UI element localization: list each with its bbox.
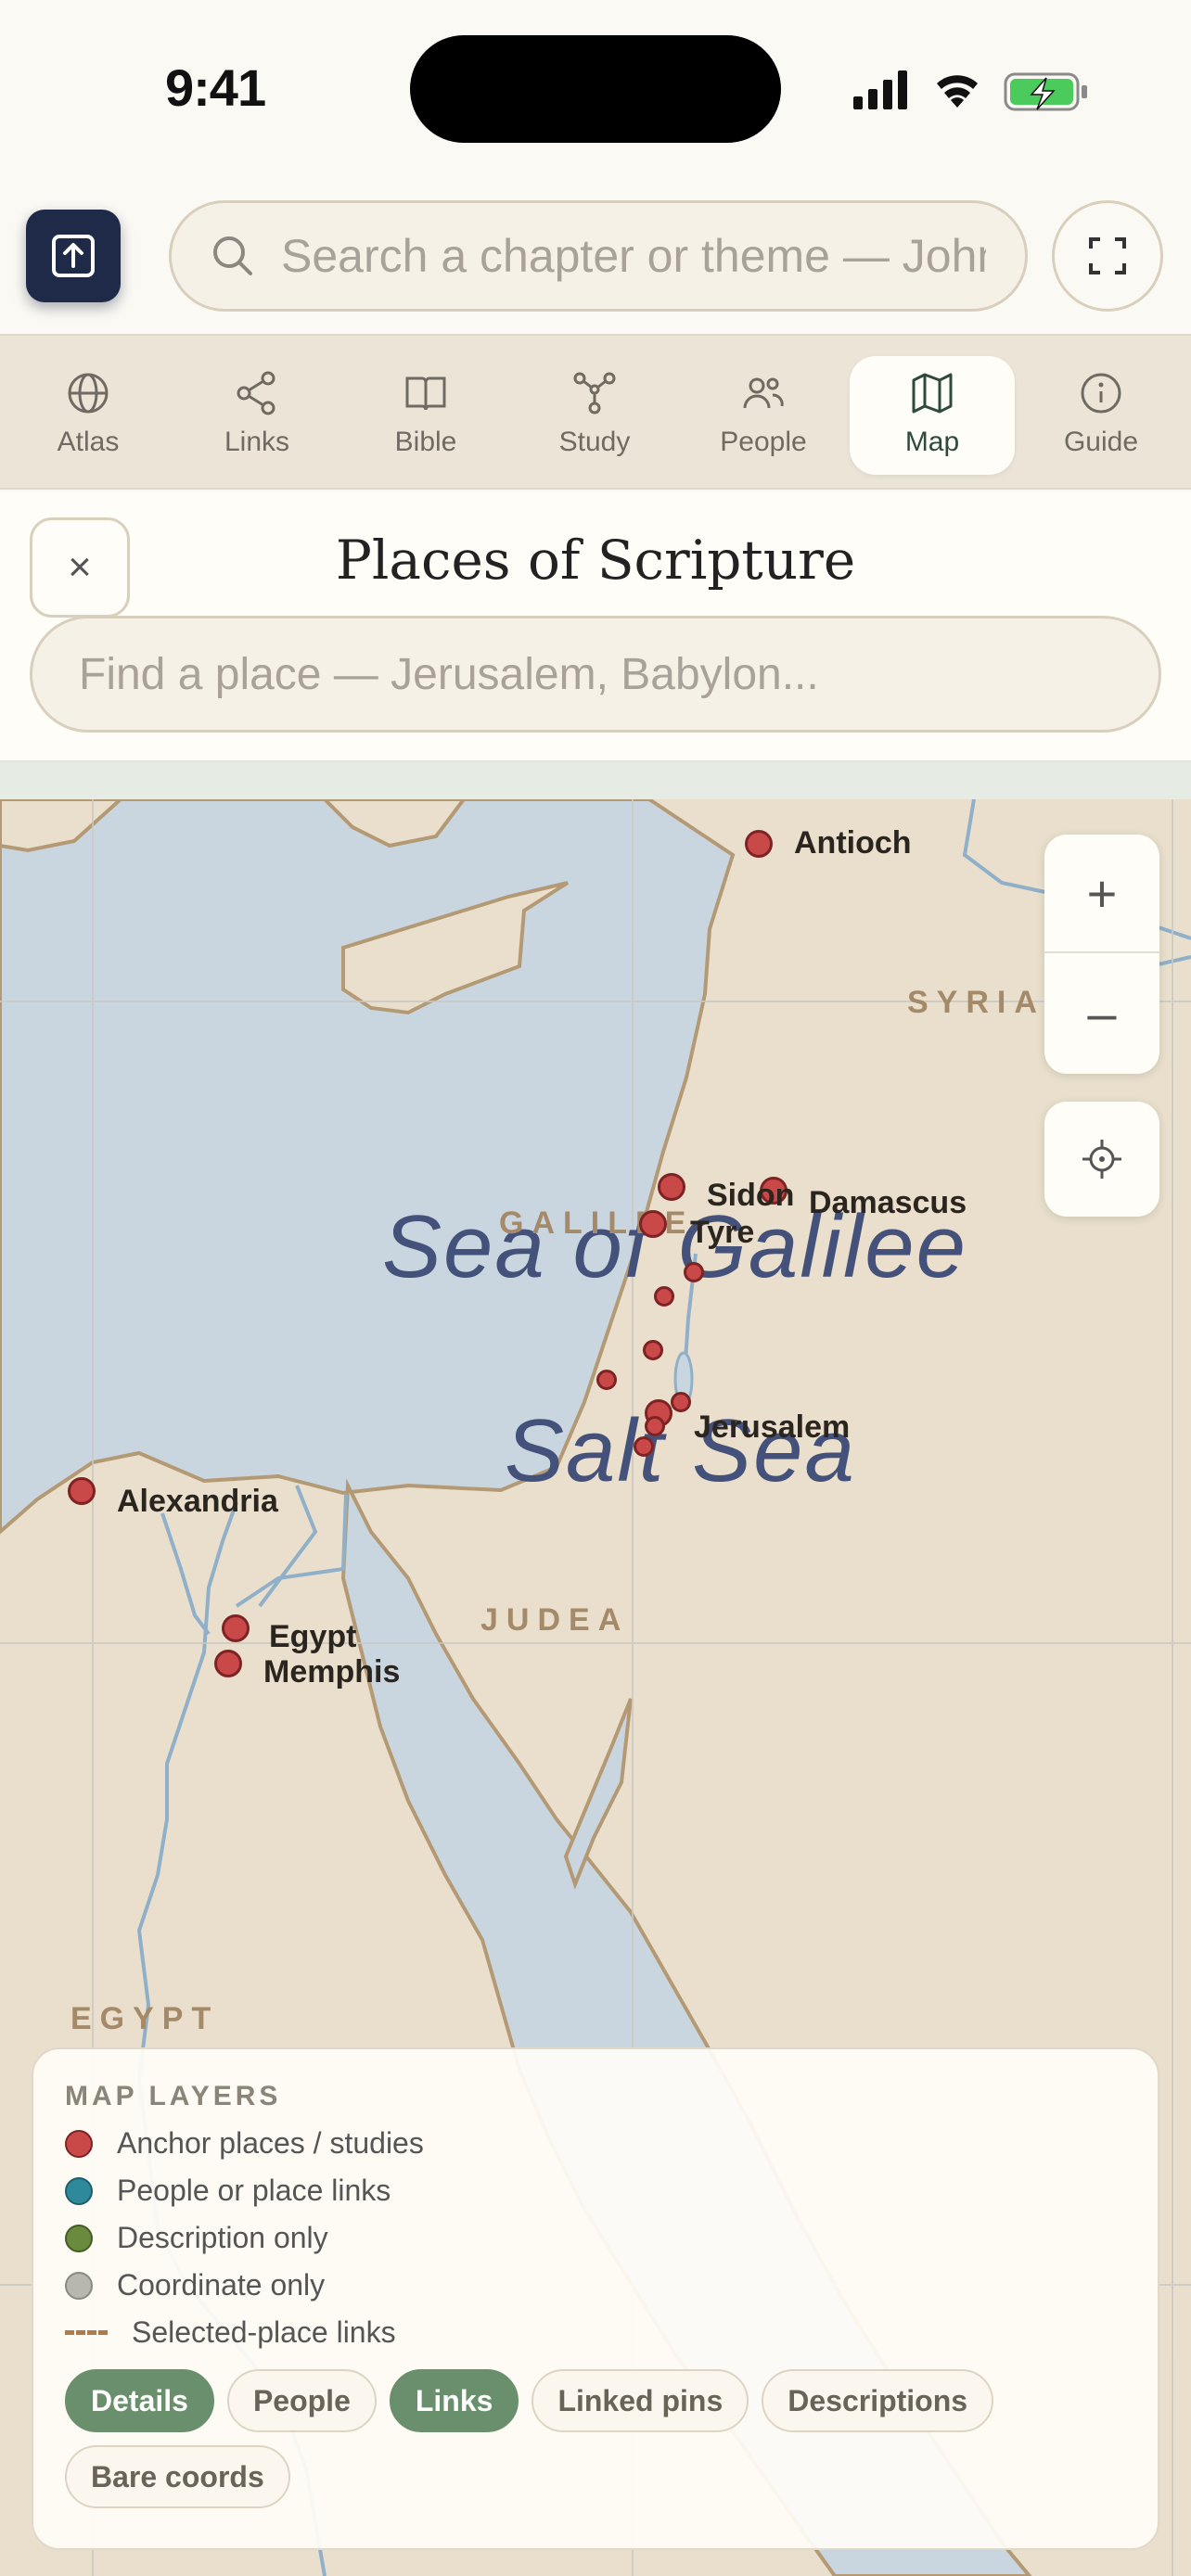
map-pin-tyre[interactable] [639, 1210, 667, 1238]
legend-label: Selected-place links [132, 2315, 396, 2349]
search-icon [213, 236, 252, 275]
chip-details[interactable]: Details [65, 2369, 214, 2432]
battery-charging-icon [1004, 72, 1087, 111]
place-label: Egypt [269, 1619, 357, 1654]
status-time: 9:41 [165, 58, 266, 117]
tab-links[interactable]: Links [174, 356, 339, 475]
region-label: EGYPT [70, 2001, 220, 2036]
map-pin[interactable] [634, 1436, 654, 1457]
locate-button[interactable] [1044, 1102, 1159, 1217]
green-dot-icon [65, 2224, 93, 2252]
map-pin[interactable] [645, 1416, 665, 1436]
gray-dot-icon [65, 2271, 93, 2300]
dashed-line-icon [65, 2330, 108, 2335]
wifi-icon [937, 75, 978, 108]
tab-people[interactable]: People [681, 356, 846, 475]
map-pin-sidon[interactable] [658, 1173, 685, 1201]
tab-label: Map [904, 427, 960, 457]
zoom-in-button[interactable]: + [1044, 835, 1159, 953]
legend-title: MAP LAYERS [65, 2081, 282, 2111]
upload-icon [52, 235, 95, 277]
panel-divider [0, 760, 1191, 799]
tab-guide[interactable]: Guide [1018, 356, 1184, 475]
tab-label: Links [224, 427, 290, 457]
minus-icon: – [1087, 983, 1117, 1042]
legend-item: Anchor places / studies [65, 2126, 1126, 2160]
map-layers-legend: MAP LAYERS Anchor places / studies Peopl… [32, 2047, 1159, 2550]
tab-label: Atlas [57, 427, 120, 457]
places-panel: × Places of Scripture [0, 491, 1191, 760]
place-label: Antioch [794, 825, 912, 861]
place-label: Memphis [263, 1654, 401, 1690]
map-pin[interactable] [596, 1370, 617, 1390]
chip-linked-pins[interactable]: Linked pins [531, 2369, 749, 2432]
share-button[interactable] [26, 210, 121, 302]
dynamic-island [410, 35, 781, 143]
legend-item: Selected-place links [65, 2315, 1126, 2349]
place-label: Alexandria [117, 1484, 278, 1519]
fullscreen-button[interactable] [1052, 200, 1163, 312]
status-bar: 9:41 [0, 0, 1191, 176]
region-label: JUDEA [480, 1602, 630, 1638]
place-search-field[interactable] [30, 616, 1161, 733]
region-label: SYRIA [907, 985, 1045, 1020]
plus-icon: + [1086, 863, 1118, 923]
tab-map[interactable]: Map [850, 356, 1015, 475]
main-tab-bar: Atlas Links Bible Study People Map Guide [0, 334, 1191, 490]
globe-icon [68, 373, 109, 414]
map-pin[interactable] [643, 1340, 663, 1360]
chip-people[interactable]: People [226, 2369, 377, 2432]
zoom-out-button[interactable]: – [1044, 953, 1159, 1072]
panel-title: Places of Scripture [335, 529, 856, 592]
tab-label: People [720, 427, 807, 457]
map-pin-egypt[interactable] [222, 1614, 250, 1642]
layer-toggle-chips: Details People Links Linked pins Descrip… [65, 2369, 1141, 2508]
chip-links[interactable]: Links [389, 2369, 519, 2432]
tab-bible[interactable]: Bible [343, 356, 508, 475]
legend-item: Description only [65, 2221, 1126, 2254]
map-pin-memphis[interactable] [214, 1650, 242, 1677]
tab-atlas[interactable]: Atlas [6, 356, 171, 475]
map-pin-alexandria[interactable] [68, 1477, 96, 1505]
info-circle-icon [1081, 373, 1121, 414]
signal-icon [853, 70, 907, 109]
tab-label: Bible [394, 427, 457, 457]
chapter-search-input[interactable] [281, 229, 986, 283]
chip-bare-coords[interactable]: Bare coords [65, 2445, 290, 2508]
map-pin[interactable] [684, 1262, 704, 1282]
open-book-icon [405, 376, 446, 411]
place-label: Jerusalem [694, 1409, 851, 1445]
place-label: Tyre [690, 1215, 755, 1250]
legend-label: Description only [117, 2221, 328, 2254]
chip-descriptions[interactable]: Descriptions [762, 2369, 994, 2432]
tab-study[interactable]: Study [512, 356, 677, 475]
legend-item: People or place links [65, 2174, 1126, 2207]
red-dot-icon [65, 2129, 93, 2158]
share-nodes-icon [237, 371, 275, 415]
crosshair-icon [1082, 1140, 1121, 1179]
map-pin[interactable] [671, 1392, 691, 1412]
legend-item: Coordinate only [65, 2268, 1126, 2302]
map-icon [912, 373, 953, 414]
zoom-controls: + – [1044, 835, 1159, 1074]
graph-nodes-icon [573, 372, 616, 414]
map-pin[interactable] [654, 1286, 674, 1307]
people-icon [743, 377, 784, 409]
legend-label: Anchor places / studies [117, 2126, 424, 2160]
status-icons [853, 70, 1087, 111]
tab-label: Study [558, 427, 631, 457]
chapter-search-field[interactable] [169, 200, 1028, 312]
legend-label: People or place links [117, 2174, 391, 2207]
place-search-input[interactable] [79, 648, 1099, 700]
tab-label: Guide [1063, 427, 1139, 457]
legend-label: Coordinate only [117, 2268, 326, 2302]
place-label: Sidon [707, 1178, 795, 1213]
teal-dot-icon [65, 2176, 93, 2205]
place-label: Damascus [809, 1185, 967, 1220]
fullscreen-icon [1089, 237, 1126, 274]
map-pin-antioch[interactable] [745, 830, 773, 858]
